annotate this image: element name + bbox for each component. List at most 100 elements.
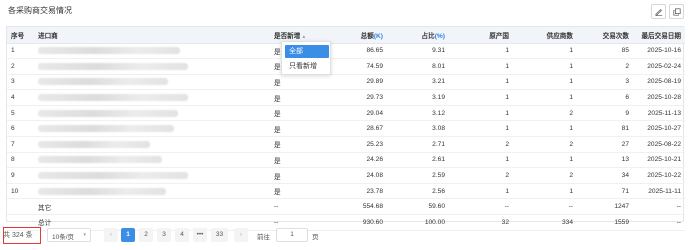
table-row[interactable]: 6 是 28.67 3.08 1 1 81 2025-10-27 xyxy=(7,120,685,138)
trades-cell: 3 xyxy=(577,74,633,91)
other-row-label: 其它 xyxy=(34,198,270,216)
share-cell: 8.01 xyxy=(387,58,449,75)
share-cell: 2.56 xyxy=(387,183,449,200)
trades-cell: 85 xyxy=(577,43,633,60)
last-date-cell: 2025-10-21 xyxy=(633,152,685,169)
is-new-cell: 是 xyxy=(270,136,325,153)
last-date-cell: 2025-02-24 xyxy=(633,58,685,75)
prev-page-button[interactable]: ‹ xyxy=(104,228,118,242)
is-new-cell: 是 xyxy=(270,152,325,169)
col-header-importer: 进口商 xyxy=(34,27,270,44)
share-cell: 2.61 xyxy=(387,152,449,169)
trades-cell: 2 xyxy=(577,58,633,75)
table-header-row: 序号 进口商 是否新增▲ 总额(K) 占比(%) 原产国 供应商数 交易次数 最… xyxy=(7,27,685,44)
importer-cell[interactable] xyxy=(34,136,270,153)
filter-option-all[interactable]: 全部 xyxy=(285,45,329,58)
origin-cell: -- xyxy=(449,198,513,216)
col-header-share: 占比(%) xyxy=(387,27,449,44)
col-header-total: 总额(K) xyxy=(325,27,387,44)
total-cell: 29.04 xyxy=(325,105,387,122)
suppliers-cell: 2 xyxy=(513,105,577,122)
share-cell: 2.71 xyxy=(387,136,449,153)
origin-cell: 1 xyxy=(449,89,513,106)
importer-cell[interactable] xyxy=(34,74,270,91)
importer-cell[interactable] xyxy=(34,183,270,200)
table-row[interactable]: 1 是 86.65 9.31 1 1 85 2025-10-16 xyxy=(7,43,685,60)
suppliers-cell: 2 xyxy=(513,136,577,153)
importer-cell[interactable] xyxy=(34,43,270,60)
last-date-cell: -- xyxy=(633,198,685,216)
redacted-importer-name xyxy=(38,62,188,70)
origin-cell: 2 xyxy=(449,136,513,153)
share-cell: 2.59 xyxy=(387,167,449,184)
row-number-cell xyxy=(7,198,34,216)
page-button-33[interactable]: 33 xyxy=(211,228,228,242)
page-button-2[interactable]: 2 xyxy=(139,228,153,242)
trades-cell: 81 xyxy=(577,120,633,138)
goto-page-input[interactable]: 1 xyxy=(276,228,308,242)
suppliers-cell: 1 xyxy=(513,183,577,200)
table-row[interactable]: 2 是 74.59 8.01 1 1 2 2025-02-24 xyxy=(7,58,685,75)
total-cell: 28.67 xyxy=(325,120,387,138)
last-date-cell: 2025-10-28 xyxy=(633,89,685,106)
copy-button[interactable] xyxy=(669,4,684,19)
edit-button[interactable] xyxy=(651,4,666,19)
suppliers-cell: 1 xyxy=(513,152,577,169)
table-row[interactable]: 10 是 23.78 2.56 1 1 71 2025-11-11 xyxy=(7,183,685,200)
copy-icon xyxy=(673,8,681,16)
redacted-importer-name xyxy=(38,47,180,55)
redacted-importer-name xyxy=(38,125,174,133)
last-date-cell: 2025-10-27 xyxy=(633,120,685,138)
row-number-cell: 1 xyxy=(7,43,34,60)
col-header-no: 序号 xyxy=(7,27,34,44)
redacted-importer-name xyxy=(38,78,168,86)
origin-cell: 1 xyxy=(449,74,513,91)
total-cell: 554.68 xyxy=(325,198,387,216)
importer-cell[interactable] xyxy=(34,167,270,184)
importer-cell[interactable] xyxy=(34,152,270,169)
page-button-1[interactable]: 1 xyxy=(121,228,135,242)
page-size-select[interactable]: 10条/页 ▾ xyxy=(47,228,91,242)
table-row[interactable]: 4 是 29.73 3.19 1 1 6 2025-10-28 xyxy=(7,89,685,106)
filter-option-new-only[interactable]: 只看新增 xyxy=(285,60,329,73)
filter-caret-icon[interactable]: ▲ xyxy=(301,34,306,40)
redacted-importer-name xyxy=(38,156,162,164)
is-new-cell: 是 xyxy=(270,120,325,138)
redacted-importer-name xyxy=(38,93,188,101)
total-cell: 23.78 xyxy=(325,183,387,200)
row-number-cell: 7 xyxy=(7,136,34,153)
total-cell: 24.08 xyxy=(325,167,387,184)
table-row[interactable]: 5 是 29.04 3.12 1 2 9 2025-11-13 xyxy=(7,105,685,122)
trades-cell: 13 xyxy=(577,152,633,169)
suppliers-cell: 1 xyxy=(513,74,577,91)
suppliers-cell: 1 xyxy=(513,43,577,60)
page-button-4[interactable]: 4 xyxy=(175,228,189,242)
importer-cell[interactable] xyxy=(34,120,270,138)
table-row[interactable]: 7 是 25.23 2.71 2 2 27 2025-08-22 xyxy=(7,136,685,153)
next-page-button[interactable]: › xyxy=(234,228,248,242)
redacted-importer-name xyxy=(38,171,188,179)
pagination: 共 324 条 10条/页 ▾ ‹ 1 2 3 4 ••• 33 › 前往 1 … xyxy=(0,226,692,250)
table-row[interactable]: 3 是 29.89 3.21 1 1 3 2025-08-19 xyxy=(7,74,685,91)
row-number-cell: 10 xyxy=(7,183,34,200)
total-cell: 29.73 xyxy=(325,89,387,106)
col-header-suppliers: 供应商数 xyxy=(513,27,577,44)
col-header-trades: 交易次数 xyxy=(577,27,633,44)
total-cell: 86.65 xyxy=(325,43,387,60)
suppliers-cell: 2 xyxy=(513,167,577,184)
redacted-importer-name xyxy=(38,140,150,148)
is-new-cell: 是 xyxy=(270,74,325,91)
importer-cell[interactable] xyxy=(34,105,270,122)
is-new-cell: -- xyxy=(270,198,325,216)
importer-cell[interactable] xyxy=(34,58,270,75)
panel-title: 各采购商交易情况 xyxy=(8,6,72,15)
table-row[interactable]: 9 是 24.08 2.59 2 2 34 2025-10-22 xyxy=(7,167,685,184)
page-ellipsis[interactable]: ••• xyxy=(193,228,207,242)
last-date-cell: 2025-11-11 xyxy=(633,183,685,200)
table-row[interactable]: 8 是 24.26 2.61 1 1 13 2025-10-21 xyxy=(7,152,685,169)
page-button-3[interactable]: 3 xyxy=(157,228,171,242)
trade-table: 序号 进口商 是否新增▲ 总额(K) 占比(%) 原产国 供应商数 交易次数 最… xyxy=(6,26,685,231)
panel-header: 各采购商交易情况 xyxy=(0,0,692,26)
importer-cell[interactable] xyxy=(34,89,270,106)
share-cell: 3.12 xyxy=(387,105,449,122)
